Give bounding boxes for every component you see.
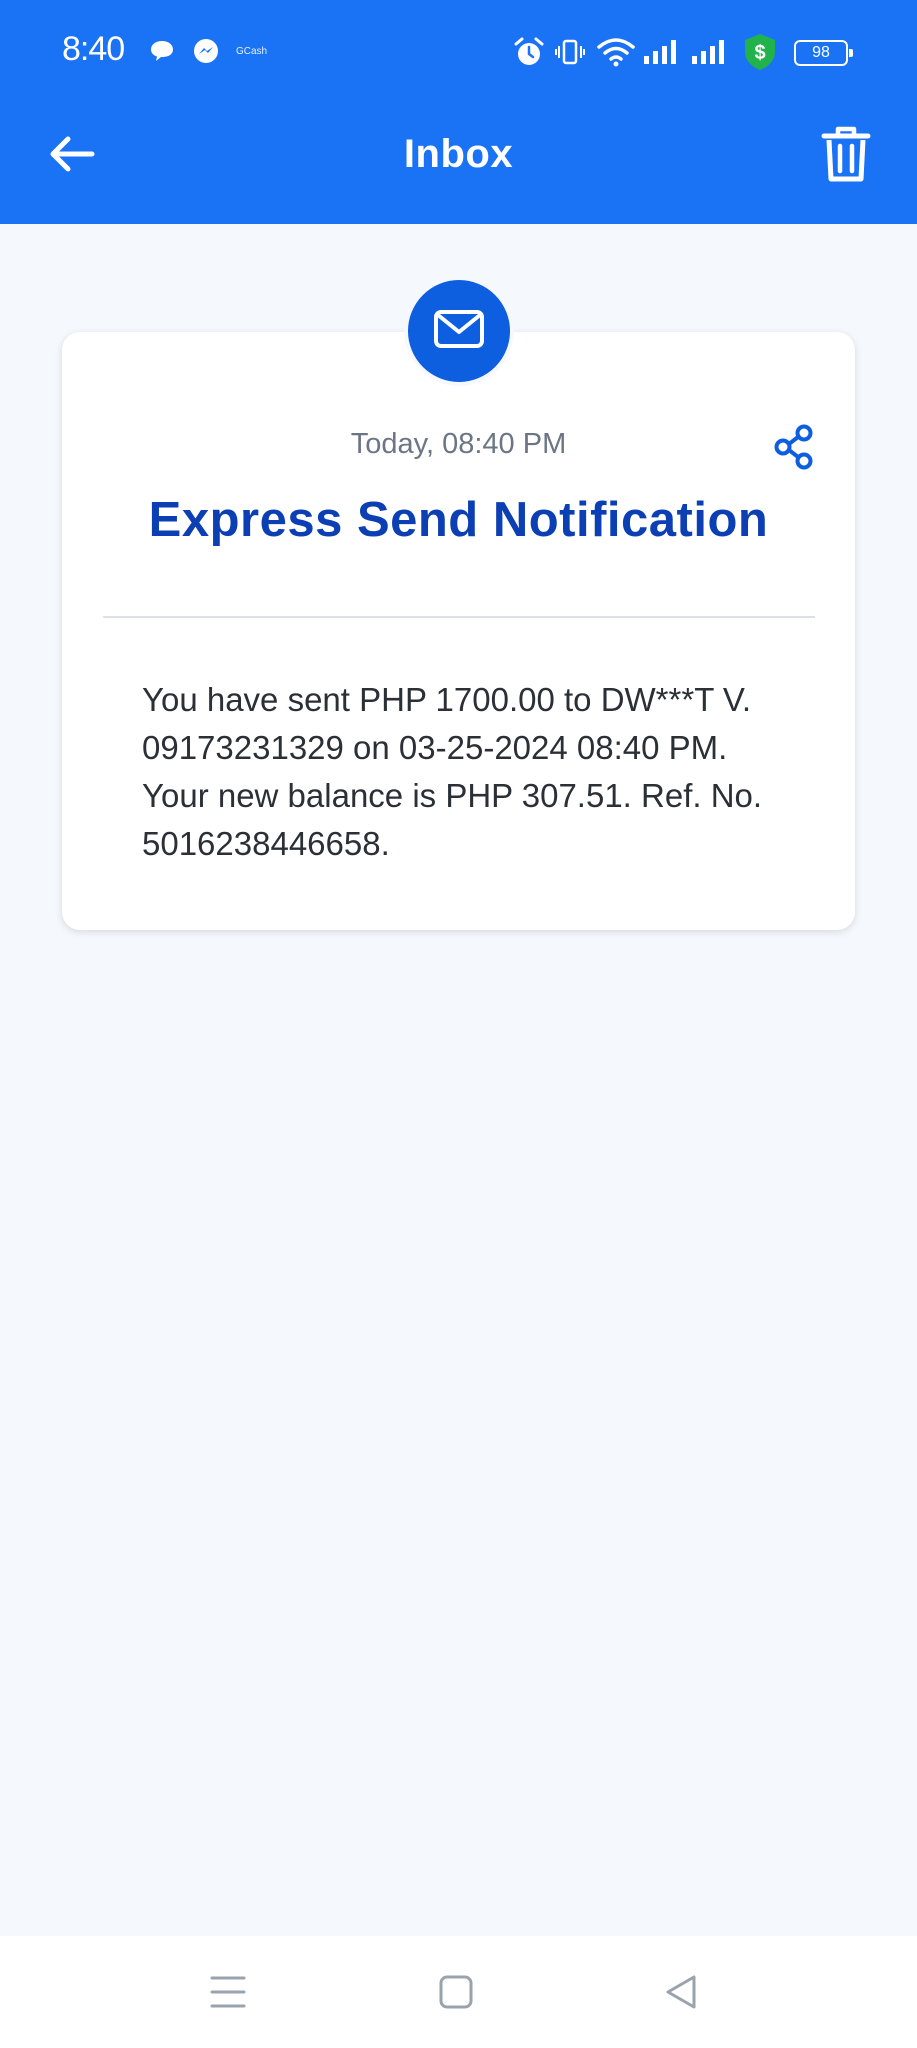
signal-icon — [642, 38, 682, 71]
mail-icon — [433, 309, 485, 354]
delete-button[interactable] — [818, 124, 874, 184]
message-card: Today, 08:40 PM Express Send Notificatio… — [62, 332, 855, 930]
message-title: Express Send Notification — [148, 493, 769, 547]
mail-badge — [404, 276, 514, 386]
chat-bubble-icon — [148, 38, 176, 69]
header: 8:40 GCash $ 98 Inbox — [0, 0, 917, 224]
status-time: 8:40 — [62, 30, 125, 68]
system-back-button[interactable] — [660, 1970, 704, 2014]
system-navigation-bar — [0, 1936, 917, 2048]
signal-icon — [690, 38, 730, 71]
vibrate-icon — [555, 38, 585, 71]
svg-text:$: $ — [754, 42, 765, 64]
wifi-icon — [596, 36, 636, 73]
status-bar: 8:40 GCash $ 98 — [0, 0, 917, 100]
security-shield-icon: $ — [742, 32, 778, 77]
back-triangle-icon — [660, 1975, 704, 2018]
home-icon — [434, 1975, 478, 2018]
divider — [103, 616, 815, 618]
home-button[interactable] — [434, 1970, 478, 2014]
recent-apps-button[interactable] — [206, 1970, 250, 2014]
app-bar: Inbox — [0, 100, 917, 224]
gcash-notification-label: GCash — [236, 46, 268, 57]
share-icon — [773, 424, 819, 474]
alarm-icon — [512, 36, 546, 73]
menu-icon — [206, 1976, 250, 2018]
message-body: You have sent PHP 1700.00 to DW***T V. 0… — [142, 681, 763, 862]
battery-icon: 98 — [794, 40, 853, 66]
share-button[interactable] — [773, 424, 819, 470]
message-date: Today, 08:40 PM — [350, 428, 567, 460]
trash-icon — [818, 126, 874, 188]
messenger-icon — [191, 37, 221, 72]
page-title: Inbox — [403, 132, 514, 176]
